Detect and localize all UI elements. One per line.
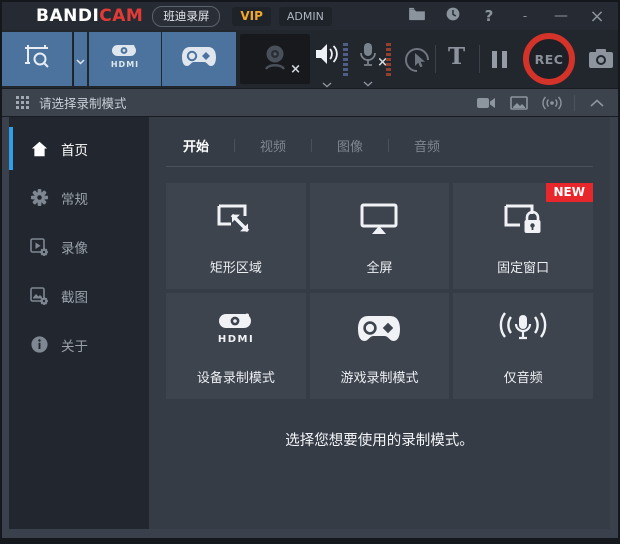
sidebar-item-general[interactable]: 常规 (9, 173, 149, 222)
tile-label: 设备录制模式 (197, 367, 275, 386)
fullscreen-icon (310, 183, 450, 255)
app-logo: BANDICAM (36, 6, 143, 26)
mode-tile-rect-region[interactable]: 矩形区域 (166, 183, 306, 289)
minimize-to-tray-button[interactable]: - (514, 5, 536, 27)
vip-badge[interactable]: VIP (232, 7, 271, 26)
broadcast-button[interactable] (541, 94, 563, 112)
mode-hint-text: 选择您想要使用的录制模式。 (149, 429, 610, 450)
tab-image[interactable]: 图像 (337, 136, 363, 155)
logo-text-cam: CAM (99, 6, 143, 26)
speaker-button[interactable] (314, 42, 340, 92)
logo-text-bandi: BANDI (36, 6, 99, 26)
screenshot-button[interactable] (588, 48, 614, 74)
main-content: 开始 视频 图像 音频 矩形 (149, 117, 610, 529)
record-button[interactable]: REC (523, 33, 575, 85)
audio-only-icon (453, 293, 593, 365)
svg-text:HDMI: HDMI (111, 60, 139, 69)
fixed-window-icon (453, 183, 593, 255)
mouse-effect-button[interactable] (403, 46, 431, 78)
camera-icon (588, 48, 614, 74)
sidebar-item-label: 录像 (61, 237, 88, 257)
sidebar-item-video[interactable]: 录像 (9, 222, 149, 271)
text-overlay-button[interactable]: T (448, 43, 465, 70)
chevron-down-icon (76, 50, 85, 69)
mode-tile-game-recording[interactable]: 游戏录制模式 (310, 293, 450, 399)
tab-divider (166, 166, 593, 167)
open-folder-button[interactable] (406, 5, 428, 27)
device-recording-mode-button[interactable]: HDMI (89, 32, 161, 86)
speaker-icon (314, 42, 340, 70)
home-icon (29, 139, 49, 159)
webcam-overlay-button[interactable]: × (240, 34, 310, 84)
sidebar-item-screenshot[interactable]: 截图 (9, 271, 149, 320)
screen-region-icon (19, 39, 55, 79)
sidebar-item-label: 关于 (61, 335, 88, 355)
microphone-button[interactable]: × (357, 42, 379, 91)
folder-icon (408, 7, 426, 25)
tile-label: 全屏 (366, 257, 392, 276)
help-button[interactable]: ? (478, 5, 500, 27)
clock-icon (445, 6, 461, 26)
screen-region-mode-button[interactable] (2, 32, 72, 86)
speaker-level-meter (343, 43, 348, 77)
sidebar-item-about[interactable]: 关于 (9, 320, 149, 369)
subtitle-badge: 班迪录屏 (152, 6, 220, 27)
mode-tile-audio-only[interactable]: 仅音频 (453, 293, 593, 399)
close-button[interactable]: × (586, 5, 608, 27)
tab-audio[interactable]: 音频 (414, 136, 440, 155)
svg-text:HDMI: HDMI (218, 334, 254, 345)
info-icon (29, 335, 49, 355)
tile-label: 固定窗口 (497, 257, 549, 276)
game-recording-mode-button[interactable] (162, 32, 236, 86)
grid-icon (16, 96, 29, 109)
mode-bar-title: 请选择录制模式 (39, 93, 127, 112)
video-list-button[interactable] (475, 94, 497, 112)
gear-icon (29, 188, 49, 208)
rect-region-icon (166, 183, 306, 255)
gamepad-icon (180, 44, 218, 74)
tab-start[interactable]: 开始 (183, 136, 209, 155)
bandicam-window: BANDICAM 班迪录屏 VIP ADMIN ? - — × (0, 0, 620, 544)
tile-label: 矩形区域 (210, 257, 262, 276)
mode-header-bar: 请选择录制模式 (2, 88, 618, 116)
timer-button[interactable] (442, 5, 464, 27)
tab-video[interactable]: 视频 (260, 136, 286, 155)
video-settings-icon (29, 237, 49, 257)
tile-label: 仅音频 (504, 367, 543, 386)
sidebar-item-label: 首页 (61, 139, 88, 159)
sidebar-item-label: 截图 (61, 286, 88, 306)
tab-bar: 开始 视频 图像 音频 (149, 117, 610, 155)
sidebar-item-home[interactable]: 首页 (9, 124, 149, 173)
sidebar-item-label: 常规 (61, 188, 88, 208)
microphone-icon: × (357, 42, 379, 70)
mode-tile-grid: 矩形区域 全屏 NEW (166, 183, 593, 399)
gamepad-icon (310, 293, 450, 365)
region-dropdown-button[interactable] (73, 32, 87, 86)
admin-badge: ADMIN (279, 7, 332, 26)
pause-button[interactable] (492, 51, 507, 68)
mouse-cursor-icon (403, 46, 431, 78)
minimize-button[interactable]: — (550, 5, 572, 27)
sidebar: 首页 常规 录像 截图 关于 (9, 117, 149, 529)
hdmi-device-icon: HDMI (106, 43, 144, 75)
mode-tile-fixed-window[interactable]: NEW 固定窗口 (453, 183, 593, 289)
main-toolbar: HDMI × (2, 30, 618, 88)
webcam-icon: × (259, 42, 291, 76)
tile-label: 游戏录制模式 (340, 367, 418, 386)
mode-tile-device-recording[interactable]: HDMI 设备录制模式 (166, 293, 306, 399)
image-list-button[interactable] (508, 94, 530, 112)
mic-level-meter (386, 43, 391, 77)
webcam-off-x-icon: × (290, 63, 301, 76)
mode-tile-fullscreen[interactable]: 全屏 (310, 183, 450, 289)
hdmi-device-icon: HDMI (166, 293, 306, 365)
screenshot-settings-icon (29, 286, 49, 306)
collapse-panel-button[interactable] (586, 94, 608, 112)
body-frame: 首页 常规 录像 截图 关于 开始 视频 (2, 116, 618, 538)
title-bar: BANDICAM 班迪录屏 VIP ADMIN ? - — × (2, 2, 618, 30)
